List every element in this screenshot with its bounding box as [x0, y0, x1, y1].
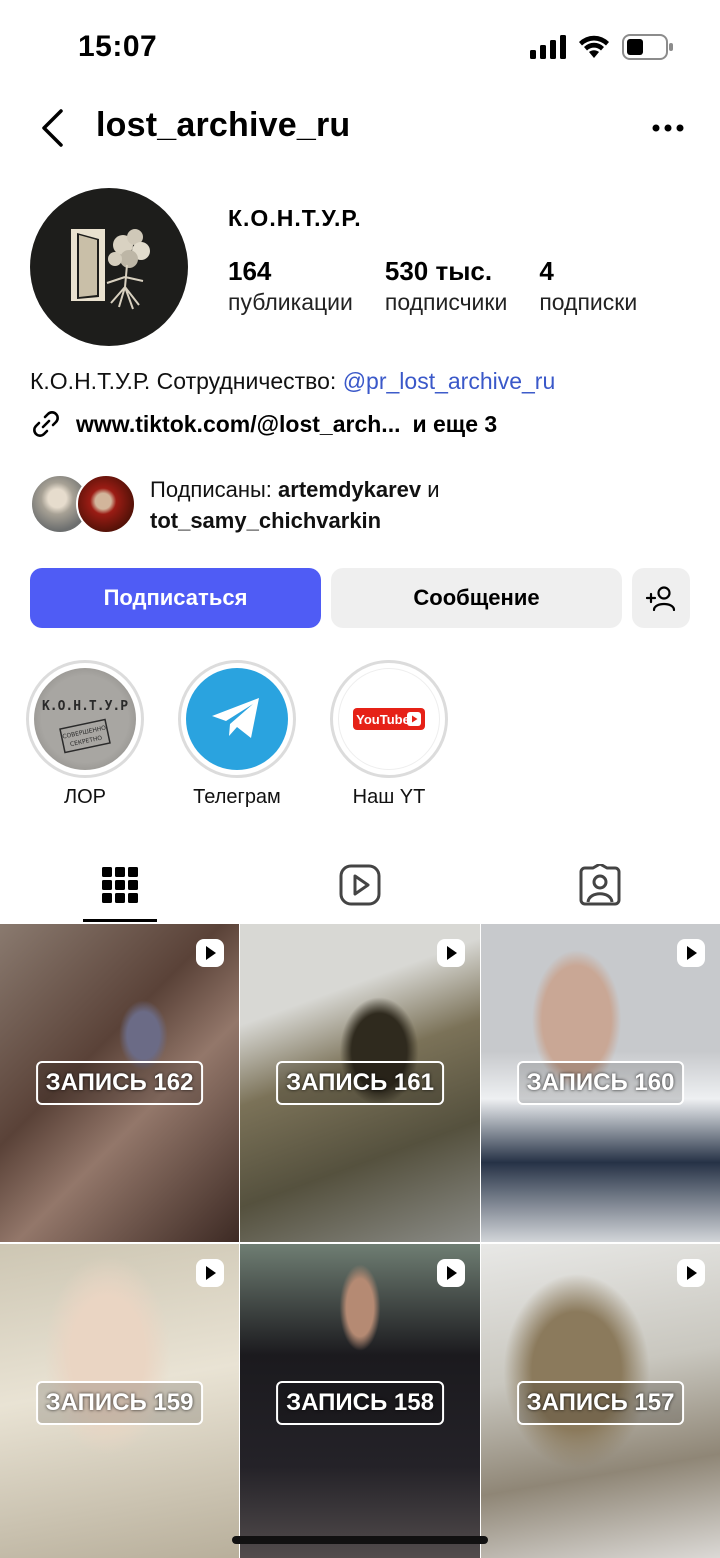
- stat-followers[interactable]: 530 тыс. подписчики: [385, 255, 507, 317]
- tab-reels[interactable]: [240, 846, 480, 924]
- followed-by-prefix: Подписаны:: [150, 477, 279, 502]
- post-title: ЗАПИСЬ 162: [35, 1061, 204, 1105]
- more-options-button[interactable]: [648, 110, 688, 146]
- reel-indicator-icon: [677, 1259, 705, 1287]
- followed-by-user: artemdykarev: [278, 477, 422, 502]
- post-title: ЗАПИСЬ 159: [35, 1381, 204, 1425]
- cellular-signal-icon: [530, 35, 566, 59]
- profile-header: lost_archive_ru: [0, 96, 720, 160]
- highlight-youtube[interactable]: YouTube Наш YT: [330, 660, 448, 809]
- highlight-ring: YouTube: [330, 660, 448, 778]
- profile-stats: 164 публикации 530 тыс. подписчики 4 под…: [228, 255, 669, 317]
- tab-tagged[interactable]: [480, 846, 720, 924]
- stat-following-value: 4: [539, 256, 554, 286]
- message-button[interactable]: Сообщение: [331, 568, 622, 628]
- post-tile[interactable]: ЗАПИСЬ 162: [0, 924, 239, 1242]
- post-tile[interactable]: ЗАПИСЬ 157: [481, 1244, 720, 1558]
- highlight-label: Телеграм: [193, 786, 281, 808]
- reel-indicator-icon: [437, 1259, 465, 1287]
- highlight-cover-kontur: К.О.Н.Т.У.Р СОВЕРШЕННО СЕКРЕТНО: [34, 668, 136, 770]
- highlight-ring: [178, 660, 296, 778]
- stat-followers-label: подписчики: [384, 289, 508, 315]
- reel-indicator-icon: [196, 939, 224, 967]
- status-time: 15:07: [78, 30, 158, 63]
- stat-followers-value: 530 тыс.: [384, 256, 493, 286]
- followed-by-text: Подписаны: artemdykarev и tot_samy_chich…: [150, 474, 440, 536]
- link-chain-icon: [33, 411, 59, 437]
- highlight-lor[interactable]: К.О.Н.Т.У.Р СОВЕРШЕННО СЕКРЕТНО ЛОР: [26, 660, 144, 809]
- home-indicator[interactable]: [232, 1536, 488, 1544]
- highlight-label: Наш YT: [352, 786, 426, 808]
- door-tree-logo-icon: [71, 229, 150, 310]
- reel-indicator-icon: [196, 1259, 224, 1287]
- status-bar: 15:07: [0, 0, 720, 96]
- follower-avatar: [76, 474, 136, 534]
- post-title: ЗАПИСЬ 161: [276, 1061, 444, 1105]
- reel-indicator-icon: [437, 939, 465, 967]
- post-tile[interactable]: ЗАПИСЬ 161: [240, 924, 480, 1242]
- bio-mention-link[interactable]: @pr_lost_archive_ru: [343, 368, 556, 394]
- reels-play-icon: [339, 864, 381, 906]
- battery-icon: [622, 34, 673, 60]
- follow-button[interactable]: Подписаться: [30, 568, 321, 628]
- tab-grid[interactable]: [0, 846, 240, 924]
- stat-posts-label: публикации: [228, 289, 353, 315]
- stat-following[interactable]: 4 подписки: [539, 255, 637, 317]
- post-tile[interactable]: ЗАПИСЬ 159: [0, 1244, 239, 1558]
- post-tile[interactable]: ЗАПИСЬ 160: [481, 924, 720, 1242]
- posts-grid: ЗАПИСЬ 162 ЗАПИСЬ 161 ЗАПИСЬ 160 ЗАПИСЬ …: [0, 924, 720, 1558]
- stat-posts[interactable]: 164 публикации: [228, 255, 353, 317]
- post-title: ЗАПИСЬ 160: [516, 1061, 685, 1105]
- telegram-plane-icon: [212, 698, 259, 738]
- highlight-telegram[interactable]: Телеграм: [178, 660, 296, 809]
- wifi-icon: [579, 35, 609, 58]
- followed-by-and: и: [421, 477, 440, 502]
- add-person-icon: [646, 586, 676, 611]
- followed-by-user: tot_samy_chichvarkin: [150, 508, 382, 533]
- svg-text:К.О.Н.Т.У.Р: К.О.Н.Т.У.Р: [42, 699, 128, 714]
- chevron-left-icon: [42, 109, 63, 147]
- suggested-users-button[interactable]: [632, 568, 690, 628]
- highlight-label: ЛОР: [63, 786, 107, 808]
- tagged-person-icon: [579, 864, 621, 906]
- youtube-logo-icon: YouTube: [353, 708, 425, 730]
- stat-posts-value: 164: [228, 256, 272, 286]
- post-tile[interactable]: ЗАПИСЬ 158: [240, 1244, 480, 1558]
- profile-link-more[interactable]: и еще 3: [412, 411, 497, 438]
- profile-bio: К.О.Н.Т.У.Р. Сотрудничество: @pr_lost_ar…: [30, 368, 555, 395]
- reel-indicator-icon: [677, 939, 705, 967]
- post-title: ЗАПИСЬ 157: [516, 1381, 685, 1425]
- profile-link-text[interactable]: www.tiktok.com/@lost_arch...: [76, 411, 400, 438]
- profile-display-name: К.О.Н.Т.У.Р.: [228, 205, 362, 231]
- active-tab-indicator: [83, 919, 157, 922]
- post-title: ЗАПИСЬ 158: [276, 1381, 444, 1425]
- grid-icon: [102, 867, 138, 903]
- back-button[interactable]: [30, 106, 74, 150]
- profile-tabs: [0, 846, 720, 924]
- profile-links[interactable]: www.tiktok.com/@lost_arch... и еще 3: [30, 408, 497, 440]
- stat-following-label: подписки: [539, 289, 638, 315]
- highlight-cover-youtube: YouTube: [338, 668, 440, 770]
- bio-text: К.О.Н.Т.У.Р. Сотрудничество:: [30, 368, 343, 394]
- more-dots-icon: [652, 124, 684, 132]
- highlight-ring: К.О.Н.Т.У.Р СОВЕРШЕННО СЕКРЕТНО: [26, 660, 144, 778]
- story-highlights: К.О.Н.Т.У.Р СОВЕРШЕННО СЕКРЕТНО ЛОР Теле…: [26, 660, 482, 809]
- profile-avatar[interactable]: [30, 188, 188, 346]
- status-icons: [530, 34, 674, 60]
- svg-text:YouTube: YouTube: [356, 712, 410, 727]
- followed-by-avatars: [30, 474, 140, 536]
- profile-username: lost_archive_ru: [96, 106, 351, 144]
- highlight-cover-telegram: [186, 668, 288, 770]
- followed-by-row[interactable]: Подписаны: artemdykarev и tot_samy_chich…: [30, 474, 440, 536]
- kontur-stamp-art: К.О.Н.Т.У.Р СОВЕРШЕННО СЕКРЕТНО: [42, 699, 128, 754]
